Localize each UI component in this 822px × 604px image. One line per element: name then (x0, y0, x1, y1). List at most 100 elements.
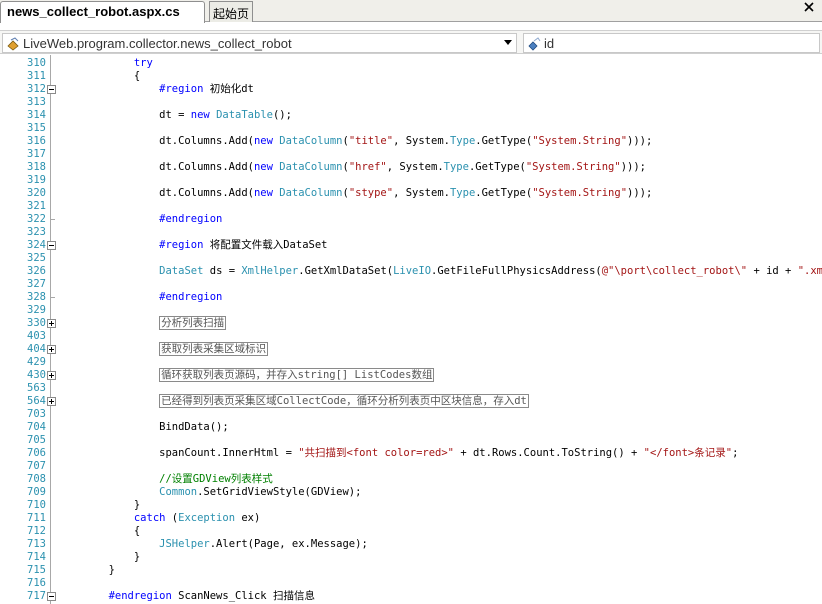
code-line[interactable]: 330 分析列表扫描 (0, 316, 822, 330)
code-line[interactable]: 326 DataSet ds = XmlHelper.GetXmlDataSet… (0, 265, 822, 278)
line-number: 329 (27, 304, 46, 316)
line-number: 429 (27, 356, 46, 368)
code-token: ; (732, 447, 739, 459)
close-icon[interactable] (802, 0, 816, 14)
collapsed-region[interactable]: 已经得到列表页采集区域CollectCode，循环分析列表页中区块信息，存入dt (159, 394, 529, 408)
code-token: ex) (235, 512, 261, 524)
code-token: ds = (203, 265, 242, 277)
code-line[interactable]: 716 (0, 577, 822, 590)
line-code: } (58, 551, 140, 564)
collapse-icon[interactable] (47, 241, 56, 250)
code-line[interactable]: 713 JSHelper.Alert(Page, ex.Message); (0, 538, 822, 551)
code-line[interactable]: 710 } (0, 499, 822, 512)
code-token: DataColumn (279, 161, 343, 173)
chevron-down-icon[interactable] (504, 40, 512, 45)
code-line[interactable]: 314 dt = new DataTable(); (0, 109, 822, 122)
code-line[interactable]: 312 #region 初始化dt (0, 83, 822, 96)
code-line[interactable]: 321 (0, 200, 822, 213)
code-line[interactable]: 310 try (0, 57, 822, 70)
code-token: (); (272, 109, 292, 121)
code-line[interactable]: 711 catch (Exception ex) (0, 512, 822, 525)
code-token: DataColumn (279, 187, 343, 199)
line-number: 328 (27, 291, 46, 303)
code-line[interactable]: 704 BindData(); (0, 421, 822, 434)
line-number: 716 (27, 577, 46, 589)
code-line[interactable]: 329 (0, 304, 822, 317)
line-code: 获取列表采集区域标识 (58, 342, 269, 356)
code-token: .Alert(Page, ex.Message); (209, 538, 368, 550)
line-number: 711 (27, 512, 46, 524)
code-line[interactable]: 315 (0, 122, 822, 135)
code-token: , System. (393, 187, 450, 199)
collapsed-region[interactable]: 获取列表采集区域标识 (159, 342, 269, 356)
line-code: dt.Columns.Add(new DataColumn("href", Sy… (58, 161, 646, 174)
collapse-icon[interactable] (47, 592, 56, 601)
code-line[interactable]: 707 (0, 460, 822, 473)
expand-icon[interactable] (47, 397, 56, 406)
line-code: } (58, 564, 115, 577)
code-line[interactable]: 430 循环获取列表页源码，并存入string[] ListCodes数组 (0, 368, 822, 382)
tab-start-page[interactable]: 起始页 (209, 1, 253, 22)
document-tab-bar: news_collect_robot.aspx.cs 起始页 (0, 0, 822, 23)
line-number: 330 (27, 317, 46, 329)
line-number: 705 (27, 434, 46, 446)
collapsed-region[interactable]: 分析列表扫描 (159, 316, 227, 330)
code-line[interactable]: 706 spanCount.InnerHtml = "共扫描到<font col… (0, 447, 822, 460)
line-code: dt.Columns.Add(new DataColumn("stype", S… (58, 187, 652, 200)
code-line[interactable]: 403 (0, 330, 822, 343)
code-token: //设置GDView列表样式 (58, 473, 273, 485)
code-line[interactable]: 323 (0, 226, 822, 239)
line-code: 循环获取列表页源码，并存入string[] ListCodes数组 (58, 368, 435, 382)
code-line[interactable]: 705 (0, 434, 822, 447)
code-line[interactable]: 317 (0, 148, 822, 161)
code-line[interactable]: 717 #endregion ScanNews_Click 扫描信息 (0, 590, 822, 603)
line-number: 321 (27, 200, 46, 212)
code-line[interactable]: 564 已经得到列表页采集区域CollectCode，循环分析列表页中区块信息，… (0, 394, 822, 408)
code-line[interactable]: 325 (0, 252, 822, 265)
code-line[interactable]: 324 #region 将配置文件载入DataSet (0, 239, 822, 252)
line-number: 326 (27, 265, 46, 277)
code-token: , System. (393, 135, 450, 147)
code-line[interactable]: 319 (0, 174, 822, 187)
code-line[interactable]: 316 dt.Columns.Add(new DataColumn("title… (0, 135, 822, 148)
code-editor[interactable]: 310 try 311 {312 #region 初始化dt 313 314 dt =… (0, 55, 822, 604)
code-line[interactable]: 318 dt.Columns.Add(new DataColumn("href"… (0, 161, 822, 174)
member-dropdown-value: id (544, 36, 555, 51)
code-token: ScanNews_Click 扫描信息 (171, 590, 315, 602)
tab-label: 起始页 (213, 7, 250, 21)
code-line[interactable]: 327 (0, 278, 822, 291)
code-token: } (58, 551, 141, 563)
expand-icon[interactable] (47, 371, 56, 380)
code-line[interactable]: 313 (0, 96, 822, 109)
member-dropdown[interactable]: id (523, 33, 820, 53)
code-line[interactable]: 708 //设置GDView列表样式 (0, 473, 822, 486)
expand-icon[interactable] (47, 345, 56, 354)
collapsed-region[interactable]: 循环获取列表页源码，并存入string[] ListCodes数组 (159, 368, 435, 382)
line-number: 563 (27, 382, 46, 394)
code-line[interactable]: 709 Common.SetGridViewStyle(GDView); (0, 486, 822, 499)
code-line[interactable]: 320 dt.Columns.Add(new DataColumn("stype… (0, 187, 822, 200)
code-line[interactable]: 714 } (0, 551, 822, 564)
code-token: .GetXmlDataSet( (298, 265, 394, 277)
expand-icon[interactable] (47, 319, 56, 328)
code-token: #endregion (58, 213, 223, 225)
class-dropdown[interactable]: LiveWeb.program.collector.news_collect_r… (2, 33, 517, 53)
code-line[interactable]: 712 { (0, 525, 822, 538)
code-line[interactable]: 328 #endregion (0, 291, 822, 304)
line-code: JSHelper.Alert(Page, ex.Message); (58, 538, 368, 551)
code-token: "stype" (348, 187, 394, 199)
code-line[interactable]: 703 (0, 408, 822, 421)
tab-news-collect-robot[interactable]: news_collect_robot.aspx.cs (0, 1, 205, 23)
line-number: 315 (27, 122, 46, 134)
code-token: "System.String" (532, 187, 628, 199)
code-token: dt = (58, 109, 191, 121)
code-line[interactable]: 322 #endregion (0, 213, 822, 226)
collapse-icon[interactable] (47, 85, 56, 94)
code-line[interactable]: 404 获取列表采集区域标识 (0, 342, 822, 356)
code-token: LiveIO (393, 265, 432, 277)
code-line[interactable]: 311 { (0, 70, 822, 83)
code-line[interactable]: 715 } (0, 564, 822, 577)
